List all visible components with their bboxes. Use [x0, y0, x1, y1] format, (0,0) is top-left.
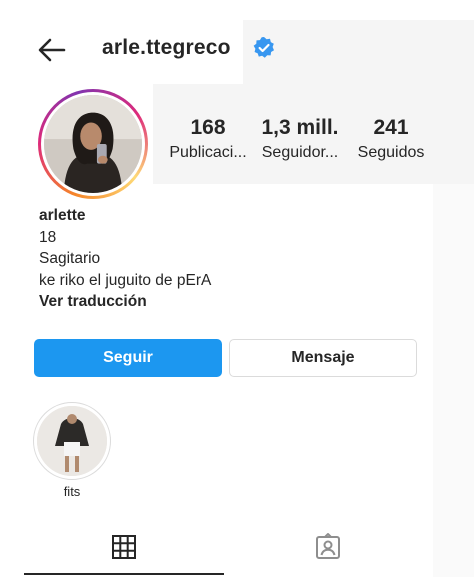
profile-bio: arlette 18 Sagitario ke riko el juguito … [39, 205, 211, 313]
avatar [44, 95, 142, 193]
bio-text: ke riko el juguito de pErA [39, 271, 212, 289]
profile-tabs [0, 522, 474, 577]
highlight-photo [37, 406, 107, 476]
profile-avatar-ring[interactable] [38, 89, 148, 199]
grid-icon[interactable] [109, 532, 139, 562]
stat-posts-number: 168 [190, 116, 226, 139]
edge-background [433, 184, 474, 577]
profile-username: arle.ttegreco [102, 36, 231, 59]
bio-name: arlette [39, 207, 86, 224]
avatar-photo [44, 95, 142, 193]
arrow-left-icon[interactable] [36, 34, 68, 66]
stat-posts-label: Publicaci... [169, 144, 247, 161]
stat-followers-number: 1,3 mill. [261, 116, 339, 139]
story-highlight[interactable]: fits [32, 402, 112, 499]
profile-header: arle.ttegreco [0, 20, 474, 80]
bio-sign: Sagitario [39, 250, 101, 267]
avatar-border [41, 92, 145, 196]
bio-age: 18 [39, 228, 57, 246]
stat-following-number: 241 [373, 116, 409, 139]
stat-following-label: Seguidos [357, 144, 425, 161]
stat-followers-label: Seguidor... [261, 144, 339, 161]
highlight-ring [33, 402, 111, 480]
follow-button[interactable]: Seguir [34, 339, 222, 377]
highlight-cover [37, 406, 107, 476]
stat-following[interactable]: 241 Seguidos [350, 115, 432, 165]
stat-followers[interactable]: 1,3 mill. Seguidor... [258, 115, 342, 165]
tagged-person-icon[interactable] [313, 532, 343, 562]
see-translation-link[interactable]: Ver traducción [39, 291, 211, 313]
stat-posts[interactable]: 168 Publicaci... [166, 115, 250, 165]
active-tab-indicator [24, 573, 224, 575]
verified-badge-icon [253, 37, 274, 58]
message-button[interactable]: Mensaje [229, 339, 417, 377]
highlight-label: fits [63, 484, 81, 499]
